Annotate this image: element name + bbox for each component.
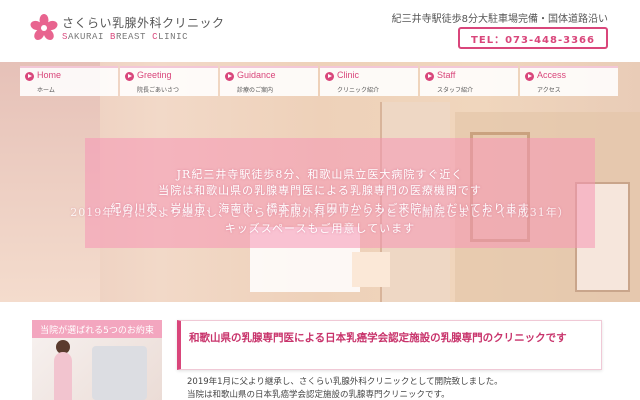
logo-name-jp: さくらい乳腺外科クリニック [62,16,225,30]
promise-banner-photo [32,338,162,400]
hero-text-line: キッズスペースもご用意しています [224,222,416,235]
arrow-bullet-icon [425,72,434,81]
nav-item-staff[interactable]: Staff スタッフ紹介 [420,66,518,96]
nav-item-home[interactable]: Home ホーム [20,66,118,96]
nav-label-en: Greeting [137,70,172,80]
nav-label-jp: アクセス [537,87,561,94]
nav-label-jp: 診療のご案内 [237,87,274,94]
nav-item-greeting[interactable]: Greeting 院長ごあいさつ [120,66,218,96]
phone-button[interactable]: TEL：073-448-3366 [458,27,608,49]
promise-banner[interactable]: 当院が選ばれる5つのお約束 [32,320,162,400]
main-content: 当院が選ばれる5つのお約束 和歌山県の乳腺専門医による日本乳癌学会認定施設の乳腺… [0,302,640,400]
nav-label-jp: 院長ごあいさつ [137,87,180,94]
logo-name-en: SAKURAI BREAST CLINIC [62,32,189,42]
nav-label-en: Home [37,70,62,80]
nav-label-en: Guidance [237,70,276,80]
intro-body-line: 当院は和歌山県の日本乳癌学会認定施設の乳腺専門クリニックです。 [187,390,450,400]
intro-body: 2019年1月に父より継承し、さくらい乳腺外科クリニックとして開院致しました。 … [187,376,607,400]
nav-label-en: Access [537,70,567,80]
hero-text-line: 2019年1月に父より継承し、さくらい乳腺外科クリニックとして開院しました（平成… [70,206,570,219]
nav-label-jp: スタッフ紹介 [437,87,474,94]
arrow-bullet-icon [225,72,234,81]
nav-label-en: Clinic [337,70,360,80]
nav-label-en: Staff [437,70,456,80]
mammography-machine-image [92,346,147,400]
sakura-logo-icon [30,14,58,41]
global-nav: Home ホーム Greeting 院長ごあいさつ Guidance 診療のご案… [20,66,620,96]
nurse-figure-image [54,352,72,400]
arrow-bullet-icon [525,72,534,81]
intro-body-line: 2019年1月に父より継承し、さくらい乳腺外科クリニックとして開院致しました。 [187,377,503,387]
hero-text-line: JR紀三井寺駅徒歩8分、和歌山県立医大病院すぐ近く [176,168,464,181]
hero-text-line: 当院は和歌山県の乳腺専門医による乳腺専門の医療機関です [158,184,482,197]
nav-item-access[interactable]: Access アクセス [520,66,618,96]
nav-item-clinic[interactable]: Clinic クリニック紹介 [320,66,418,96]
hero-photo-sign-small [352,252,390,287]
hero-banner: Home ホーム Greeting 院長ごあいさつ Guidance 診療のご案… [0,62,640,302]
intro-heading-box: 和歌山県の乳腺専門医による日本乳癌学会認定施設の乳腺専門のクリニックです [177,320,602,370]
clinic-logo[interactable]: さくらい乳腺外科クリニック SAKURAI BREAST CLINIC [30,12,224,48]
intro-heading: 和歌山県の乳腺専門医による日本乳癌学会認定施設の乳腺専門のクリニックです [189,332,567,344]
access-note: 紀三井寺駅徒歩8分大駐車場完備・国体道路沿い [391,14,608,25]
promise-banner-title: 当院が選ばれる5つのお約束 [32,320,162,338]
site-header: さくらい乳腺外科クリニック SAKURAI BREAST CLINIC 紀三井寺… [0,0,640,62]
nav-label-jp: ホーム [37,87,55,94]
arrow-bullet-icon [25,72,34,81]
arrow-bullet-icon [325,72,334,81]
nav-item-guidance[interactable]: Guidance 診療のご案内 [220,66,318,96]
arrow-bullet-icon [125,72,134,81]
nav-label-jp: クリニック紹介 [337,87,380,94]
